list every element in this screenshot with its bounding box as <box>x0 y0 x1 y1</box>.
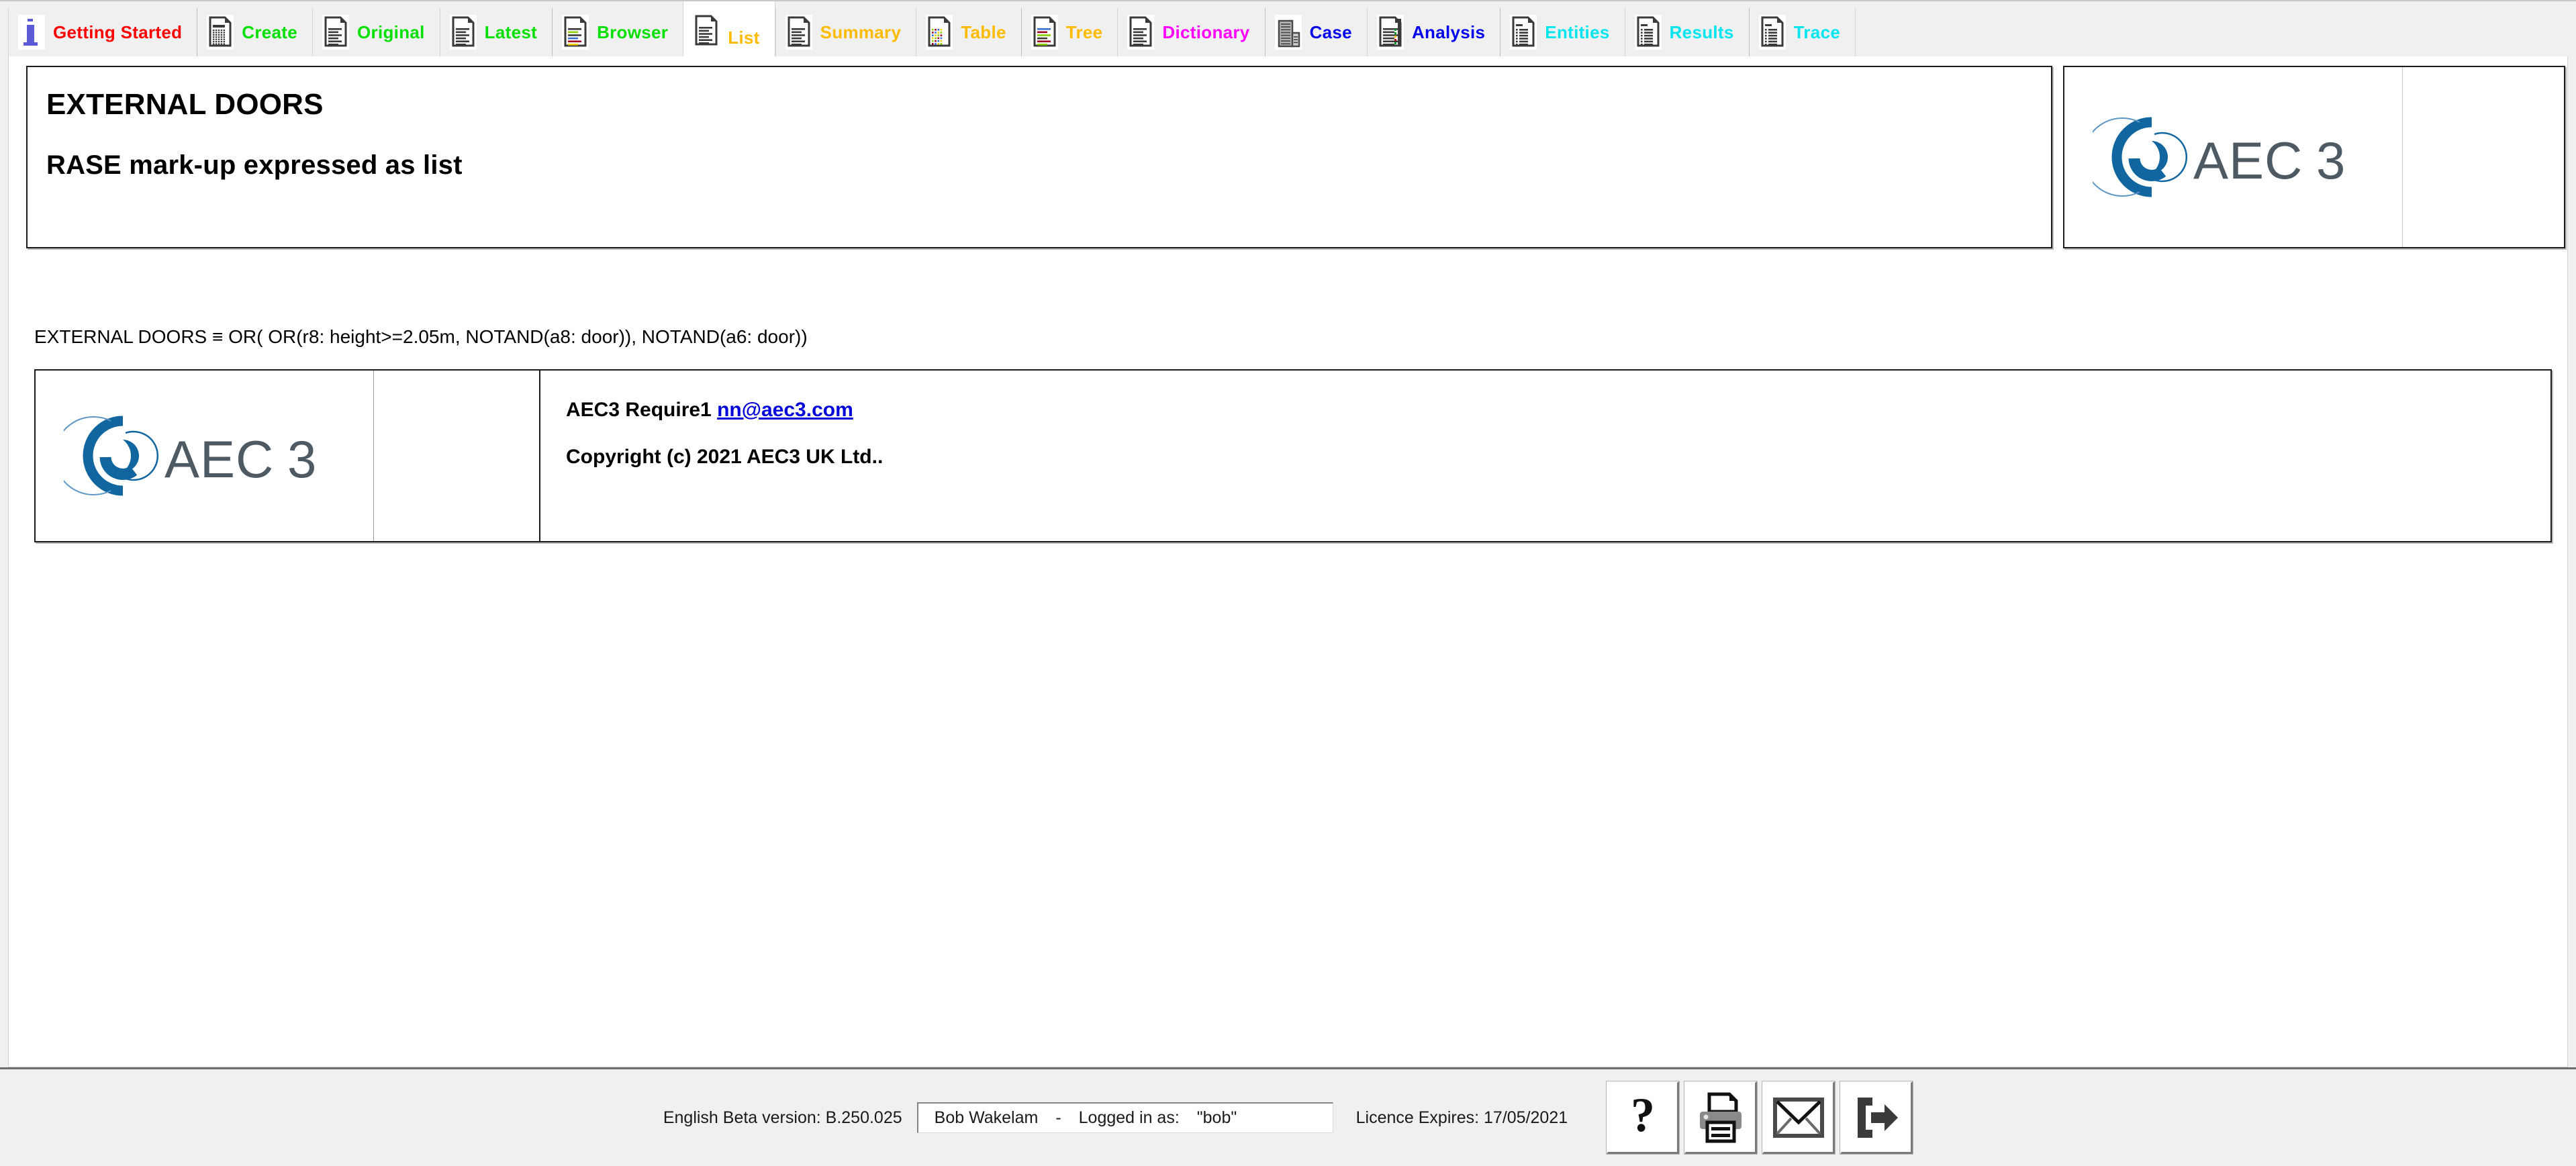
tab-dictionary[interactable]: Dictionary <box>1117 8 1265 56</box>
footer-product-label: AEC3 Require1 <box>566 399 712 421</box>
footer-product-line: AEC3 Require1 nn@aec3.com <box>566 399 2550 422</box>
tab-create[interactable]: Create <box>197 8 313 56</box>
tab-results[interactable]: Results <box>1624 8 1749 56</box>
envelope-icon <box>1772 1097 1824 1138</box>
user-name: Bob Wakelam <box>934 1108 1039 1127</box>
page-subtitle: RASE mark-up expressed as list <box>46 150 463 180</box>
footer-copyright: Copyright (c) 2021 AEC3 UK Ltd.. <box>566 446 884 468</box>
svg-text:3: 3 <box>2316 131 2345 190</box>
tab-label: Browser <box>597 21 669 42</box>
entities-document-icon <box>1510 15 1537 50</box>
footer-text-cell: AEC3 Require1 nn@aec3.com Copyright (c) … <box>540 371 2550 541</box>
results-document-icon <box>1634 15 1662 50</box>
tab-strip: Getting Started Create Original Latest B… <box>8 1 1856 58</box>
tab-case[interactable]: Case <box>1264 8 1367 56</box>
user-separator: - <box>1055 1108 1061 1127</box>
tab-label: Getting Started <box>53 21 183 42</box>
page-title: EXTERNAL DOORS <box>46 88 324 121</box>
licence-expiry-label: Licence Expires: 17/05/2021 <box>1355 1108 1568 1127</box>
rase-formula: EXTERNAL DOORS ≡ OR( OR(r8: height>=2.05… <box>34 326 808 347</box>
tab-getting-started[interactable]: Getting Started <box>8 8 197 56</box>
footer-spacer-cell <box>374 371 540 541</box>
tab-browser[interactable]: Browser <box>552 8 683 56</box>
tab-latest[interactable]: Latest <box>439 8 553 56</box>
tab-label: Trace <box>1793 21 1841 42</box>
tab-label: Dictionary <box>1162 21 1250 42</box>
svg-text:AEC: AEC <box>2193 131 2303 190</box>
colored-lines-document-icon <box>562 15 589 50</box>
tab-label: Entities <box>1545 21 1610 42</box>
building-icon <box>1274 15 1302 50</box>
tab-label: Summary <box>820 21 902 42</box>
exit-button[interactable] <box>1840 1081 1914 1155</box>
content-panel: EXTERNAL DOORS RASE mark-up expressed as… <box>8 56 2568 1067</box>
header-row: EXTERNAL DOORS RASE mark-up expressed as… <box>26 66 2565 248</box>
grid-dots-document-icon <box>926 15 953 50</box>
svg-text:AEC: AEC <box>164 430 274 489</box>
tab-label: List <box>728 28 760 48</box>
tab-label: Create <box>242 21 298 42</box>
grid-document-icon <box>207 15 234 50</box>
tab-bar: Getting Started Create Original Latest B… <box>0 0 2576 58</box>
trace-document-icon <box>1758 15 1786 50</box>
mail-button[interactable] <box>1762 1081 1836 1155</box>
svg-text:3: 3 <box>287 430 316 489</box>
tab-label: Case <box>1309 21 1352 42</box>
text-document-icon <box>322 15 350 50</box>
summary-document-icon <box>785 15 812 50</box>
header-logo-cell: AEC 3 <box>2064 67 2403 247</box>
title-box: EXTERNAL DOORS RASE mark-up expressed as… <box>26 66 2052 248</box>
tree-document-icon <box>1031 15 1058 50</box>
version-label: English Beta version: B.250.025 <box>663 1108 902 1127</box>
tab-label: Tree <box>1065 21 1103 42</box>
tab-label: Table <box>961 21 1006 42</box>
tab-tree[interactable]: Tree <box>1020 8 1118 56</box>
tab-entities[interactable]: Entities <box>1500 8 1625 56</box>
footer-logo-cell: AEC 3 <box>36 371 374 541</box>
help-button[interactable]: ? <box>1606 1081 1680 1155</box>
footer-card: AEC 3 AEC3 Require1 nn@aec3.com Copyrigh… <box>34 369 2552 542</box>
dictionary-document-icon <box>1127 15 1155 50</box>
analysis-document-icon <box>1376 15 1404 50</box>
tab-label: Latest <box>484 21 538 42</box>
exit-arrow-icon <box>1857 1097 1898 1138</box>
user-session-field[interactable]: Bob Wakelam - Logged in as: "bob" <box>916 1102 1333 1133</box>
header-logo-box: AEC 3 <box>2063 66 2565 248</box>
tab-label: Original <box>357 21 425 42</box>
list-document-icon <box>693 13 720 48</box>
tab-summary[interactable]: Summary <box>775 8 916 56</box>
tab-table[interactable]: Table <box>916 8 1021 56</box>
aec3-logo-icon: AEC 3 <box>63 416 316 496</box>
question-mark-icon: ? <box>1631 1091 1655 1142</box>
print-button[interactable] <box>1684 1081 1758 1155</box>
tab-analysis[interactable]: Analysis <box>1366 8 1500 56</box>
tab-original[interactable]: Original <box>312 8 440 56</box>
tab-label: Results <box>1669 21 1734 42</box>
aec3-logo-icon: AEC 3 <box>2092 117 2345 197</box>
status-bar: English Beta version: B.250.025 Bob Wake… <box>0 1067 2576 1166</box>
logged-in-label: Logged in as: <box>1078 1108 1180 1127</box>
text-document-icon <box>449 15 477 50</box>
footer-email-link[interactable]: nn@aec3.com <box>717 399 853 421</box>
tab-label: Analysis <box>1411 21 1486 42</box>
printer-icon <box>1699 1092 1742 1143</box>
tab-trace[interactable]: Trace <box>1748 8 1856 56</box>
info-document-icon <box>18 15 45 50</box>
tab-list[interactable]: List <box>683 1 775 58</box>
header-logo-pad <box>2403 67 2564 247</box>
status-bar-buttons: ? <box>1606 1081 1914 1155</box>
svg-text:?: ? <box>1631 1091 1655 1142</box>
logged-in-user: "bob" <box>1196 1108 1237 1127</box>
